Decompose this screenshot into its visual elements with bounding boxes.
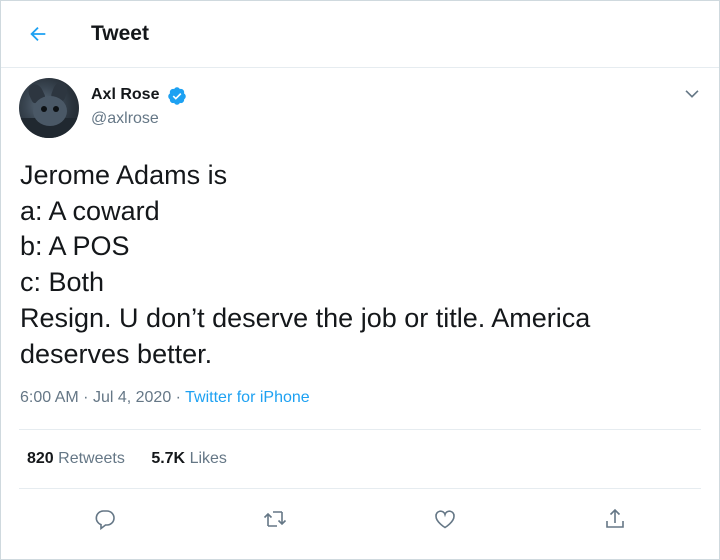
retweets-count: 820 [27, 450, 54, 467]
tweet-page: Tweet Axl Rose @axlrose Jerome Adams is … [0, 0, 720, 560]
page-header: Tweet [1, 1, 719, 68]
likes-stat[interactable]: 5.7K Likes [151, 450, 227, 468]
retweet-button[interactable] [259, 503, 291, 535]
more-options-button[interactable] [681, 83, 703, 105]
verified-badge-icon [168, 87, 186, 105]
share-icon [606, 508, 624, 528]
heart-icon [435, 510, 455, 529]
likes-label: Likes [189, 450, 227, 467]
retweet-icon [263, 511, 287, 527]
tweet-date[interactable]: Jul 4, 2020 [93, 389, 171, 406]
tweet-source-link[interactable]: Twitter for iPhone [185, 389, 310, 406]
author-name[interactable]: Axl Rose [91, 86, 159, 104]
reply-icon [95, 510, 115, 531]
meta-separator: · [175, 389, 181, 406]
back-button[interactable] [19, 15, 57, 53]
arrow-left-icon [30, 26, 46, 42]
retweets-label: Retweets [58, 450, 125, 467]
tweet-line: a: A coward [20, 195, 160, 226]
tweet-time[interactable]: 6:00 AM [20, 389, 79, 406]
author-handle[interactable]: @axlrose [91, 110, 159, 128]
like-button[interactable] [429, 503, 461, 535]
tweet-text: Jerome Adams is a: A coward b: A POS c: … [20, 158, 700, 372]
retweets-stat[interactable]: 820 Retweets [27, 450, 125, 468]
chevron-down-icon [685, 90, 699, 98]
tweet-stats: 820 Retweets 5.7K Likes [27, 450, 249, 468]
divider [19, 488, 701, 489]
tweet-line: c: Both [20, 267, 105, 298]
tweet-line: b: A POS [20, 231, 130, 262]
divider [19, 429, 701, 430]
tweet-line: Jerome Adams is [20, 160, 228, 190]
avatar[interactable] [19, 78, 79, 138]
tweet-line: Resign. U don’t deserve the job or title… [20, 302, 591, 333]
likes-count: 5.7K [151, 450, 186, 467]
tweet-meta: 6:00 AM · Jul 4, 2020 · Twitter for iPho… [20, 389, 310, 407]
share-button[interactable] [599, 503, 631, 535]
reply-button[interactable] [89, 503, 121, 535]
tweet-line: deserves better. [20, 338, 213, 369]
page-title: Tweet [91, 22, 149, 45]
meta-separator: · [83, 389, 89, 406]
